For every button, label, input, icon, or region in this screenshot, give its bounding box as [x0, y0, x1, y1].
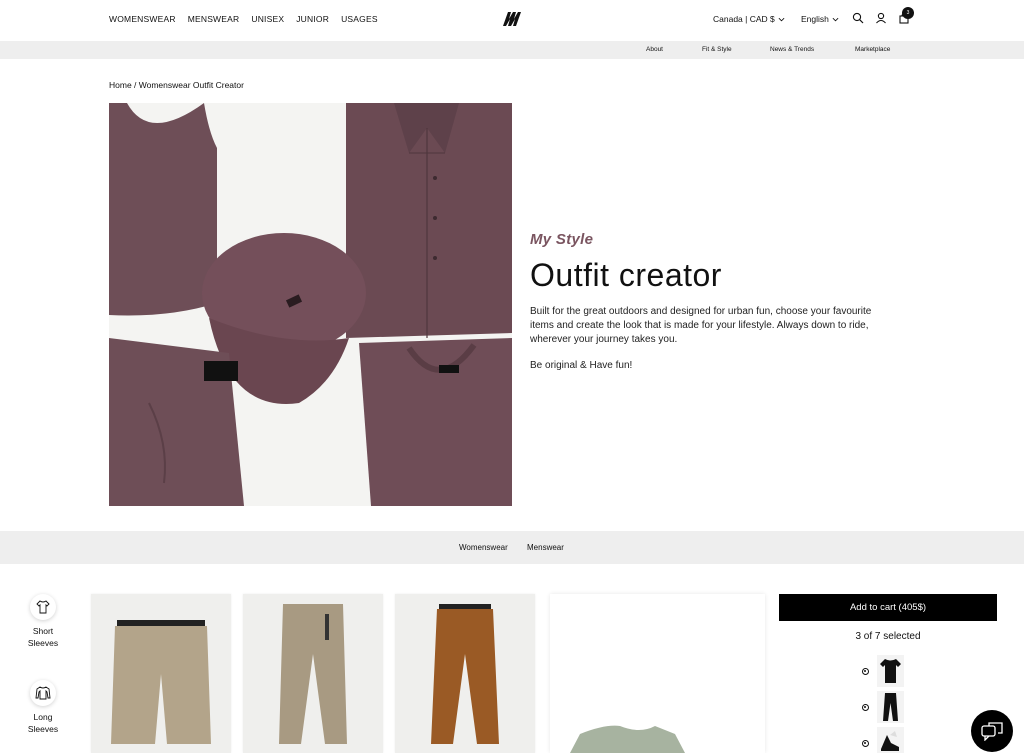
selected-item-thumbnail [877, 727, 904, 753]
add-to-cart-button[interactable]: Add to cart (405$) [779, 594, 997, 621]
page-title: Outfit creator [530, 257, 722, 293]
subnav-fit-style[interactable]: Fit & Style [702, 46, 732, 53]
selected-item-thumbnail [877, 655, 904, 687]
chat-button[interactable] [971, 710, 1013, 752]
subnav-marketplace[interactable]: Marketplace [855, 46, 890, 53]
top-header: WOMENSWEAR MENSWEAR UNISEX JUNIOR USAGES… [0, 0, 1024, 41]
filter-icon-wrap [30, 680, 56, 706]
tab-menswear[interactable]: Menswear [527, 543, 564, 552]
pants-thumbnail [883, 693, 898, 721]
main-nav: WOMENSWEAR MENSWEAR UNISEX JUNIOR USAGES [109, 14, 378, 24]
filter-short-sleeves[interactable]: Short Sleeves [18, 594, 68, 649]
language-selector[interactable]: English [801, 14, 839, 24]
nav-usages[interactable]: USAGES [341, 14, 378, 24]
hero-description: Built for the great outdoors and designe… [530, 306, 872, 345]
tshirt-thumbnail [880, 659, 901, 683]
product-image [279, 604, 347, 744]
cart-count-badge: 3 [902, 7, 914, 19]
subnav-about[interactable]: About [646, 46, 663, 53]
filter-icon-wrap [30, 594, 56, 620]
filter-label: Short Sleeves [27, 626, 59, 648]
nav-menswear[interactable]: MENSWEAR [188, 14, 240, 24]
nav-unisex[interactable]: UNISEX [251, 14, 284, 24]
product-card-joggers[interactable] [243, 594, 383, 753]
remove-item-radio[interactable] [862, 668, 869, 675]
search-icon[interactable] [852, 12, 864, 24]
category-tabs: Womenswear Menswear [0, 531, 1024, 564]
product-card-sweater[interactable] [550, 594, 765, 753]
selected-item-thumbnail [877, 691, 904, 723]
nav-womenswear[interactable]: WOMENSWEAR [109, 14, 176, 24]
nav-junior[interactable]: JUNIOR [296, 14, 329, 24]
hero-kicker: My Style [530, 231, 594, 248]
hero-image [109, 103, 512, 506]
tab-womenswear[interactable]: Womenswear [459, 543, 508, 552]
selected-item[interactable] [862, 691, 904, 723]
language-label: English [801, 14, 829, 24]
filter-long-sleeves[interactable]: Long Sleeves [18, 680, 68, 735]
chevron-down-icon [832, 17, 839, 21]
product-card-pants[interactable] [395, 594, 535, 753]
product-image [431, 604, 499, 744]
product-image [111, 620, 211, 744]
product-image [570, 725, 685, 753]
region-label: Canada | CAD $ [713, 14, 775, 24]
hero-tagline: Be original & Have fun! [530, 360, 633, 371]
brand-logo-icon[interactable] [503, 12, 521, 26]
selected-count: 3 of 7 selected [855, 631, 921, 642]
chat-icon [981, 722, 1003, 741]
filter-label: Long Sleeves [27, 712, 59, 734]
region-selector[interactable]: Canada | CAD $ [713, 14, 785, 24]
subnav-news-trends[interactable]: News & Trends [770, 46, 814, 53]
breadcrumb[interactable]: Home / Womenswear Outfit Creator [109, 80, 244, 90]
chevron-down-icon [778, 17, 785, 21]
secondary-nav: About Fit & Style News & Trends Marketpl… [0, 41, 1024, 59]
long-sleeve-shirt-icon [35, 686, 51, 700]
short-sleeve-shirt-icon [36, 600, 50, 614]
selected-item[interactable] [862, 655, 904, 687]
product-card-shorts[interactable] [91, 594, 231, 753]
remove-item-radio[interactable] [862, 740, 869, 747]
account-icon[interactable] [875, 12, 887, 24]
remove-item-radio[interactable] [862, 704, 869, 711]
shoes-thumbnail [881, 731, 899, 751]
hero-garments-illustration [109, 103, 512, 506]
selected-item[interactable] [862, 727, 904, 753]
